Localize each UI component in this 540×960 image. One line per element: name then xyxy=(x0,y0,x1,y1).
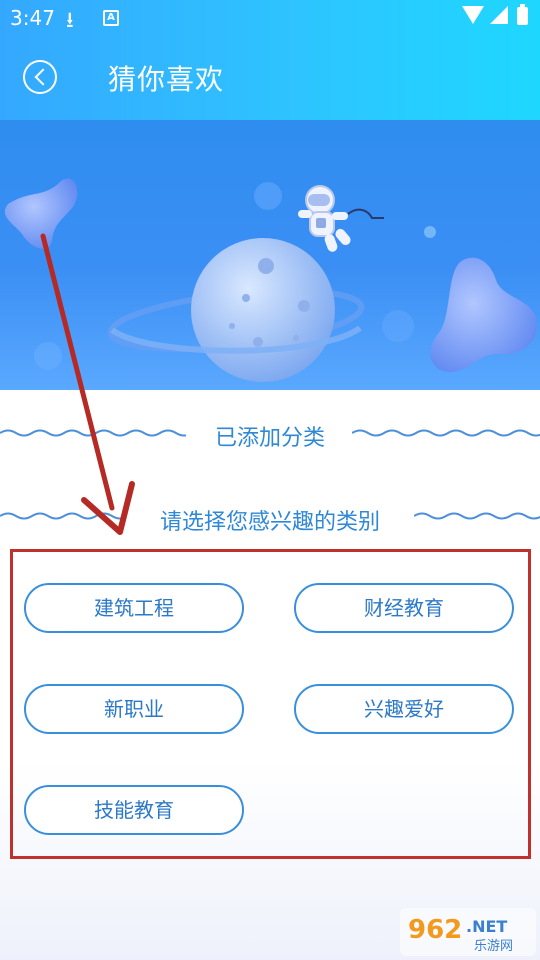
status-time: 3:47 xyxy=(10,6,55,30)
download-icon: ⭳ xyxy=(66,8,74,33)
app-notification-icon: A xyxy=(103,10,119,26)
page-title: 猜你喜欢 xyxy=(108,63,225,96)
space-illustration xyxy=(4,178,538,382)
choose-categories-title: 请选择您感兴趣的类别 xyxy=(159,510,380,535)
category-button-skills[interactable]: 技能教育 xyxy=(24,785,244,835)
top-bar: 3:47 ⭳ A 猜你喜欢 xyxy=(0,0,540,120)
banner-illustration xyxy=(0,120,540,390)
battery-icon xyxy=(517,4,528,25)
wifi-icon xyxy=(462,6,484,24)
category-button-construction[interactable]: 建筑工程 xyxy=(24,583,244,633)
signal-icon xyxy=(490,6,508,24)
svg-text:乐游网: 乐游网 xyxy=(474,939,513,954)
svg-text:962: 962 xyxy=(408,915,462,945)
back-button[interactable] xyxy=(23,60,57,94)
category-button-finance[interactable]: 财经教育 xyxy=(294,583,514,633)
back-icon xyxy=(34,68,52,86)
status-bar: 3:47 ⭳ A xyxy=(0,0,540,36)
watermark-logo: 962 .NET 乐游网 xyxy=(400,908,536,956)
category-button-hobbies[interactable]: 兴趣爱好 xyxy=(294,684,514,734)
svg-text:.NET: .NET xyxy=(466,917,507,936)
category-button-new-careers[interactable]: 新职业 xyxy=(24,684,244,734)
added-categories-title: 已添加分类 xyxy=(214,426,325,451)
